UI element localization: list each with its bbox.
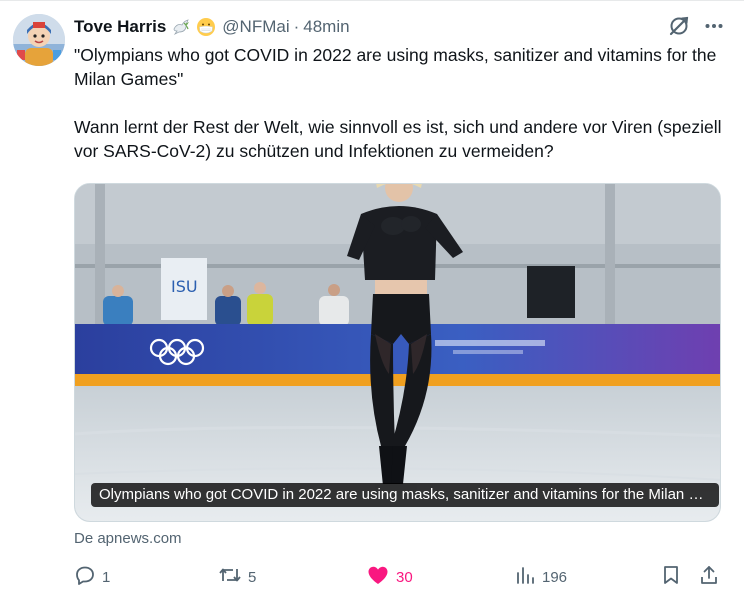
dove-icon <box>171 17 191 37</box>
like-count: 30 <box>396 568 413 586</box>
views-chart-icon <box>514 564 536 590</box>
post-paragraph: Wann lernt der Rest der Welt, wie sinnvo… <box>74 117 722 161</box>
bookmark-icon <box>660 564 682 590</box>
link-card-caption: Olympians who got COVID in 2022 are usin… <box>91 483 719 507</box>
action-bar: 1 5 30 196 <box>74 563 724 591</box>
share-button[interactable] <box>698 563 720 591</box>
repost-button[interactable]: 5 <box>218 563 256 591</box>
post-header: Tove Harris @NFMai · 48min <box>74 13 350 41</box>
link-card-image[interactable]: ISU Olympians who got COVID in 2022 are … <box>74 183 721 522</box>
post-paragraph: "Olympians who got COVID in 2022 are usi… <box>74 45 717 89</box>
post-text: "Olympians who got COVID in 2022 are usi… <box>74 43 734 163</box>
figure-skater-photo: ISU <box>75 184 720 521</box>
bookmark-button[interactable] <box>660 563 682 591</box>
separator-dot: · <box>293 17 300 36</box>
share-icon <box>698 564 720 590</box>
repost-count: 5 <box>248 568 257 586</box>
more-dots-icon[interactable] <box>704 16 724 36</box>
top-actions <box>668 15 724 37</box>
grok-slash-icon[interactable] <box>668 15 690 37</box>
like-button[interactable]: 30 <box>366 563 413 591</box>
svg-text:ISU: ISU <box>171 277 198 296</box>
reply-count: 1 <box>102 568 111 586</box>
views-button[interactable]: 196 <box>514 563 567 591</box>
reply-button[interactable]: 1 <box>74 563 110 591</box>
repost-icon <box>218 564 242 590</box>
avatar[interactable] <box>13 14 65 66</box>
avatar-illustration <box>13 14 65 66</box>
post-timestamp[interactable]: 48min <box>303 17 349 37</box>
views-count: 196 <box>542 568 568 586</box>
post-card[interactable]: Tove Harris @NFMai · 48min "Olympians wh… <box>0 0 744 602</box>
author-name[interactable]: Tove Harris <box>74 17 166 37</box>
heart-filled-icon <box>366 564 390 590</box>
link-source[interactable]: De apnews.com <box>74 530 182 547</box>
author-handle[interactable]: @NFMai <box>222 17 289 37</box>
reply-icon <box>74 564 96 590</box>
face-with-mask-emoji <box>196 17 216 37</box>
